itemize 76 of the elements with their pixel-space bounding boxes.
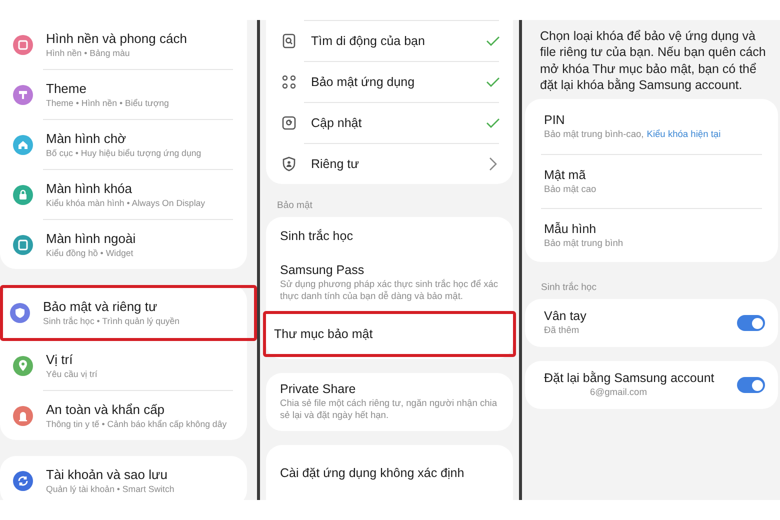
- option-title: Mẫu hình: [544, 222, 598, 236]
- option-title: Vân tay: [544, 309, 588, 324]
- item-subtitle: Thông tin y tế • Cảnh báo khẩn cấp không dây: [46, 418, 228, 430]
- item-title: Màn hình ngoài: [46, 230, 137, 246]
- lock-option[interactable]: Vân tay Đã thêm: [525, 299, 778, 347]
- item-title: Màn hình chờ: [46, 130, 128, 146]
- item-title: Tìm di động của bạn: [311, 34, 426, 48]
- item-title: Vị trí: [46, 352, 74, 366]
- item-subtitle: Hình nền • Bảng màu: [46, 48, 131, 58]
- menu-item[interactable]: Cập nhật: [266, 103, 513, 143]
- section-header: Sinh trắc học: [541, 282, 598, 293]
- update-icon: [281, 115, 297, 131]
- item-subtitle: Bố cục • Huy hiệu biểu tượng ứng dụng: [46, 148, 202, 158]
- option-subtitle: Bảo mật trung bình-cao, Kiểu khóa hiện tại: [544, 128, 722, 140]
- menu-item[interactable]: Sinh trắc học: [266, 217, 513, 255]
- option-title: PIN: [544, 112, 566, 127]
- lock-option[interactable]: PIN Bảo mật trung bình-cao, Kiểu khóa hiện tại: [525, 99, 778, 154]
- item-title: Sinh trắc học: [280, 229, 354, 243]
- menu-item[interactable]: Màn hình ngoài Kiểu đồng hồ • Widget: [0, 220, 247, 269]
- item-title: Tài khoản và sao lưu: [46, 466, 168, 482]
- shield-icon: [281, 156, 297, 172]
- check-icon: [486, 36, 500, 46]
- section-header: Bảo mật: [277, 200, 314, 211]
- menu-item[interactable]: Private Share Chia sẻ file một cách riêng tư, ngăn người nhận chia sẻ lại và đặt ngày hết hạn.: [266, 373, 513, 431]
- item-title: Thư mục bảo mật: [274, 327, 374, 341]
- menu-item[interactable]: Vị trí Yêu cầu vị trí: [0, 341, 247, 390]
- option-subtitle: Đã thêm: [544, 325, 580, 337]
- check-icon: [486, 77, 500, 87]
- item-subtitle: Sinh trắc học • Trình quản lý quyền: [43, 316, 181, 327]
- item-description: Chia sẻ file một cách riêng tư, ngăn người nhận chia sẻ lại và đặt ngày hết hạn.: [280, 398, 498, 422]
- chevron-right-icon: [489, 157, 497, 171]
- item-title: Bảo mật và riêng tư: [43, 299, 158, 314]
- option-title: Mật mã: [544, 168, 587, 182]
- lock-option[interactable]: Mật mã Bảo mật cao: [525, 155, 778, 208]
- item-description: Sử dụng phương pháp xác thực sinh trắc học để xác thực danh tính của bạn dễ dàng và bảo mật.: [280, 279, 500, 303]
- menu-item[interactable]: An toàn và khẩn cấp Thông tin y tế • Cảnh báo khẩn cấp không dây: [0, 391, 247, 440]
- current-lock-link[interactable]: Kiểu khóa hiện tại: [646, 128, 721, 139]
- item-subtitle: Yêu cầu vị trí: [46, 368, 98, 380]
- item-title: Bảo mật ứng dụng: [311, 75, 416, 89]
- menu-item[interactable]: Bảo mật ứng dụng: [266, 62, 513, 102]
- menu-item[interactable]: Hình nền và phong cách Hình nền • Bảng màu: [0, 20, 247, 69]
- option-title: Đặt lại bằng Samsung account: [544, 371, 716, 386]
- menu-item[interactable]: Riêng tư: [266, 144, 513, 184]
- option-subtitle: Bảo mật trung bình: [544, 238, 624, 250]
- menu-item[interactable]: Tìm di động của bạn: [266, 21, 513, 61]
- menu-item[interactable]: Màn hình chờ Bố cục • Huy hiệu biểu tượng ứng dụng: [0, 120, 247, 169]
- menu-item[interactable]: Samsung Pass Sử dụng phương pháp xác thực sinh trắc học để xác thực danh tính của bạn dễ dàng và bảo mật.: [266, 255, 513, 311]
- menu-item[interactable]: Cài đặt ứng dụng không xác định: [266, 445, 513, 500]
- toggle-switch[interactable]: [737, 315, 765, 331]
- item-title: An toàn và khẩn cấp: [46, 402, 166, 416]
- description-text: Chọn loại khóa để bảo vệ ứng dụng và file riêng tư của bạn. Nếu bạn quên cách mở khóa Thư mục bảo mật, bạn có thể đặt lại khóa bằng Samsung account.: [540, 28, 767, 93]
- menu-item[interactable]: Thư mục bảo mật: [263, 311, 516, 357]
- item-title: Cập nhật: [311, 116, 363, 130]
- item-title: Samsung Pass: [280, 263, 366, 278]
- item-title: Màn hình khóa: [46, 180, 134, 196]
- check-icon: [486, 118, 500, 128]
- item-title: Private Share: [280, 382, 357, 396]
- item-title: Riêng tư: [311, 157, 360, 171]
- item-subtitle: Theme • Hình nền • Biểu tượng: [46, 98, 170, 108]
- menu-item[interactable]: Bảo mật và riêng tư Sinh trắc học • Trình quản lý quyền: [0, 285, 257, 341]
- apps-grid-icon: [281, 74, 297, 90]
- option-subtitle: Bảo mật cao: [544, 184, 598, 196]
- item-title: Theme: [46, 80, 88, 96]
- toggle-switch[interactable]: [737, 377, 765, 393]
- item-subtitle: Quản lý tài khoản • Smart Switch: [46, 484, 176, 494]
- item-subtitle: Kiểu khóa màn hình • Always On Display: [46, 198, 206, 208]
- option-subtitle: 6@gmail.com: [589, 387, 648, 399]
- item-title: Hình nền và phong cách: [46, 30, 188, 46]
- search-phone-icon: [281, 33, 297, 49]
- item-title: Cài đặt ứng dụng không xác định: [280, 466, 466, 480]
- menu-item[interactable]: Màn hình khóa Kiểu khóa màn hình • Always On Display: [0, 170, 247, 219]
- menu-item[interactable]: Theme Theme • Hình nền • Biểu tượng: [0, 70, 247, 119]
- lock-option[interactable]: Mẫu hình Bảo mật trung bình: [525, 209, 778, 262]
- item-subtitle: Kiểu đồng hồ • Widget: [46, 248, 134, 258]
- menu-item[interactable]: Tài khoản và sao lưu Quản lý tài khoản • Smart Switch: [0, 456, 247, 500]
- lock-option[interactable]: Đặt lại bằng Samsung account 6@gmail.com: [525, 361, 778, 409]
